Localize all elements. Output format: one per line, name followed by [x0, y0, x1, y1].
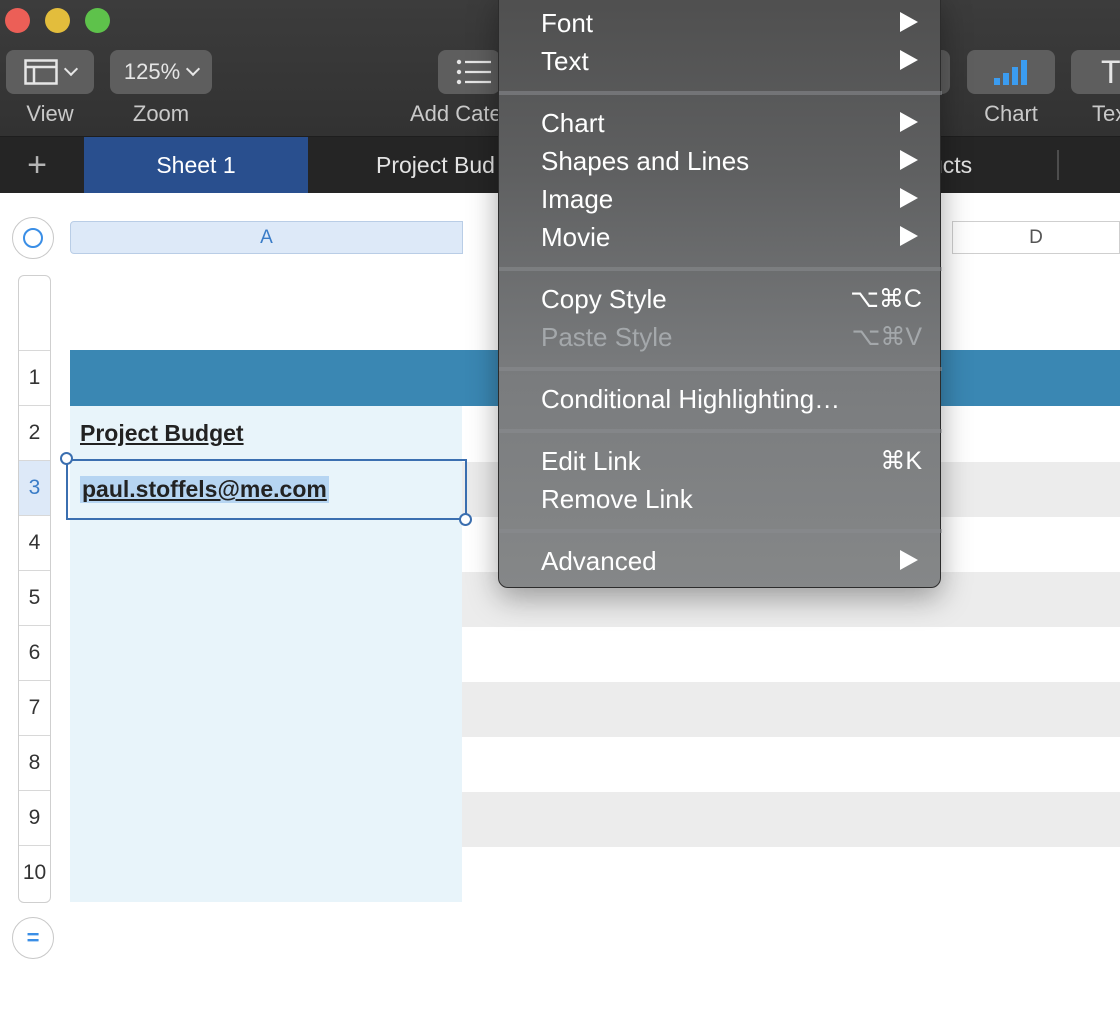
menu-item-label: Movie: [541, 221, 611, 252]
row-header-3[interactable]: 3: [19, 460, 50, 515]
list-icon: [456, 59, 491, 85]
menu-item-label: Edit Link: [541, 445, 641, 476]
menu-item-label: Image: [541, 183, 614, 214]
row-header-8[interactable]: 8: [19, 735, 50, 790]
menu-item-copy-style[interactable]: Copy Style ⌥⌘C: [499, 280, 942, 318]
menu-item-label: Copy Style: [541, 283, 667, 314]
menu-item-shortcut: ⌘K: [880, 447, 922, 475]
row-header-9[interactable]: 9: [19, 790, 50, 845]
menu-item-label: Shapes and Lines: [541, 145, 750, 176]
text-label: Tex: [1092, 101, 1120, 126]
add-sheet-button[interactable]: +: [0, 137, 74, 193]
menu-separator: [499, 367, 942, 371]
row-header-blank: [19, 276, 50, 350]
menu-item-image[interactable]: Image: [499, 180, 942, 218]
menu-item-font[interactable]: Font: [499, 4, 942, 42]
menu-item-shortcut: ⌥⌘V: [851, 323, 922, 351]
zoom-label: Zoom: [132, 101, 190, 126]
submenu-arrow-icon: [900, 188, 918, 208]
selection-handle-bottom-right[interactable]: [459, 513, 472, 526]
menu-item-edit-link[interactable]: Edit Link ⌘K: [499, 442, 942, 480]
menu-item-conditional-highlighting[interactable]: Conditional Highlighting…: [499, 380, 942, 418]
row-header-6[interactable]: 6: [19, 625, 50, 680]
row-header-7[interactable]: 7: [19, 680, 50, 735]
menu-item-shapes-and-lines[interactable]: Shapes and Lines: [499, 142, 942, 180]
menu-item-movie[interactable]: Movie: [499, 218, 942, 256]
table-row-stripe: [462, 682, 1120, 737]
menu-item-label: Remove Link: [541, 483, 693, 514]
submenu-arrow-icon: [900, 226, 918, 246]
menu-item-label: Text: [541, 45, 589, 76]
add-category-button[interactable]: [438, 50, 500, 94]
row-header-strip: 1 2 3 4 5 6 7 8 9 10: [18, 275, 51, 903]
minimize-window-button[interactable]: [45, 8, 70, 33]
cell-a2-project-budget[interactable]: Project Budget: [80, 420, 244, 447]
tab-divider: [1057, 150, 1059, 180]
chart-button[interactable]: [967, 50, 1055, 94]
menu-separator: [499, 267, 942, 271]
submenu-arrow-icon: [900, 50, 918, 70]
row-header-5[interactable]: 5: [19, 570, 50, 625]
cell-a3-email-link[interactable]: paul.stoffels@me.com: [80, 476, 329, 503]
zoom-select[interactable]: 125%: [110, 50, 212, 94]
circle-icon: [23, 228, 43, 248]
submenu-arrow-icon: [900, 112, 918, 132]
chevron-down-icon: [186, 61, 201, 77]
close-window-button[interactable]: [5, 8, 30, 33]
row-header-4[interactable]: 4: [19, 515, 50, 570]
menu-separator: [499, 429, 942, 433]
menu-item-advanced[interactable]: Advanced: [499, 542, 942, 580]
menu-item-label: Chart: [541, 107, 605, 138]
table-select-handle[interactable]: [12, 217, 54, 259]
menu-item-text[interactable]: Text: [499, 42, 942, 80]
maximize-window-button[interactable]: [85, 8, 110, 33]
column-header-d[interactable]: D: [952, 221, 1120, 254]
tab-products[interactable]: ucts: [930, 137, 1010, 193]
add-row-handle[interactable]: =: [12, 917, 54, 959]
selection-handle-top-left[interactable]: [60, 452, 73, 465]
row-header-2[interactable]: 2: [19, 405, 50, 460]
tab-project-budget[interactable]: Project Bud: [356, 137, 506, 193]
menu-item-label: Conditional Highlighting…: [541, 383, 841, 414]
equals-icon: =: [26, 925, 40, 950]
text-icon: T: [1101, 53, 1120, 90]
context-menu: Font Text Chart Shapes and Lines Image M…: [498, 0, 942, 588]
menu-item-label: Advanced: [541, 545, 657, 576]
column-header-a[interactable]: A: [70, 221, 463, 254]
zoom-value: 125%: [123, 59, 181, 84]
text-button[interactable]: T: [1071, 50, 1120, 94]
plus-icon: +: [27, 145, 47, 184]
sidebar-layout-icon: [24, 59, 58, 85]
chart-label: Chart: [984, 101, 1038, 126]
row-header-10[interactable]: 10: [19, 845, 50, 900]
submenu-arrow-icon: [900, 550, 918, 570]
table-row-stripe: [462, 792, 1120, 847]
menu-item-label: Font: [541, 7, 594, 38]
menu-item-shortcut: ⌥⌘C: [850, 285, 922, 313]
view-button[interactable]: [6, 50, 94, 94]
chevron-down-icon: [63, 61, 79, 77]
menu-item-remove-link[interactable]: Remove Link: [499, 480, 942, 518]
menu-item-chart[interactable]: Chart: [499, 104, 942, 142]
submenu-arrow-icon: [900, 12, 918, 32]
row-header-1[interactable]: 1: [19, 350, 50, 405]
menu-separator: [499, 529, 942, 533]
submenu-arrow-icon: [900, 150, 918, 170]
tab-sheet-1[interactable]: Sheet 1: [84, 137, 308, 193]
menu-separator: [499, 91, 942, 95]
add-category-label: Add Cate: [410, 101, 502, 126]
menu-item-label: Paste Style: [541, 321, 673, 352]
menu-item-paste-style: Paste Style ⌥⌘V: [499, 318, 942, 356]
bar-chart-icon: [994, 60, 1027, 85]
view-label: View: [26, 101, 74, 126]
